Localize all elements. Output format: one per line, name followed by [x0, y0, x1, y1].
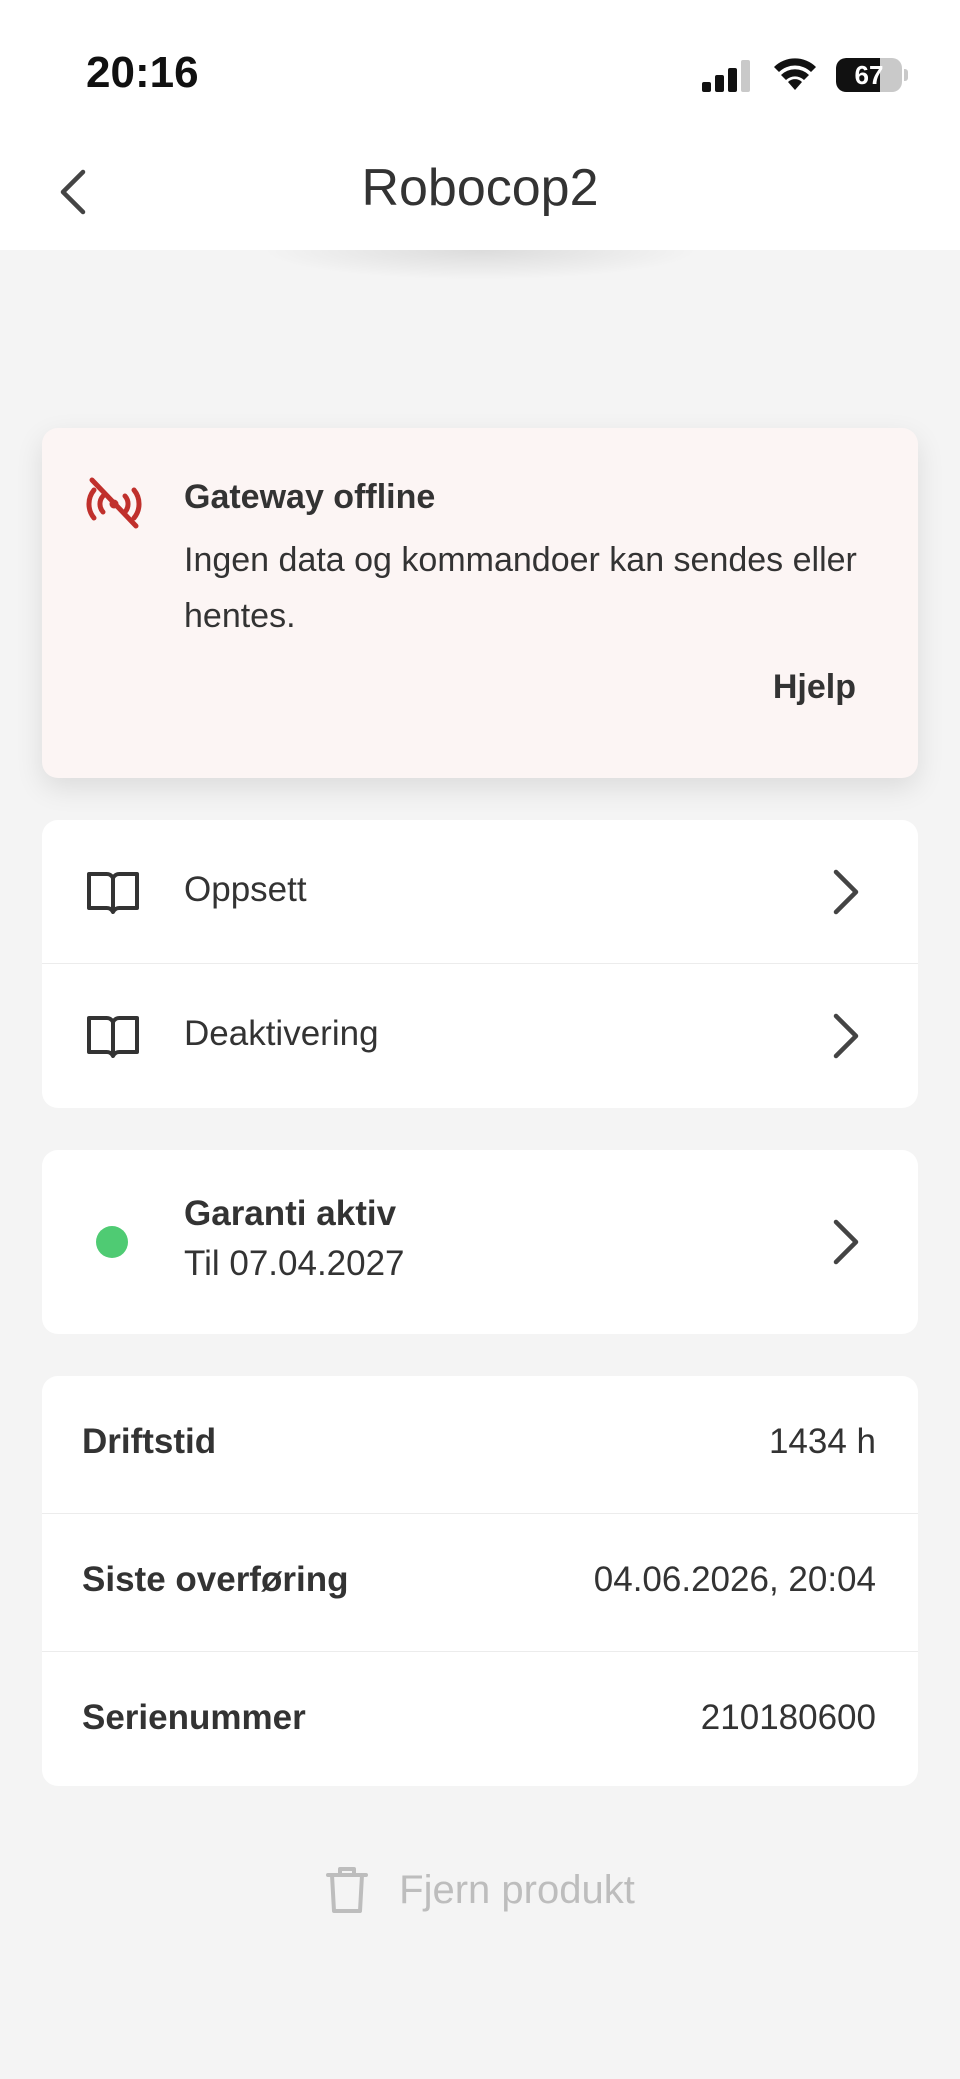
product-info-card: Driftstid 1434 h Siste overføring 04.06.…	[42, 1376, 918, 1786]
doc-item-deaktivering[interactable]: Deaktivering	[42, 964, 918, 1108]
alert-message: Ingen data og kommandoer kan sendes elle…	[184, 541, 857, 635]
wifi-off-icon	[86, 477, 142, 529]
remove-product-button[interactable]: Fjern produkt	[0, 1860, 960, 1920]
info-label: Driftstid	[82, 1422, 217, 1461]
book-icon	[87, 1016, 139, 1058]
remove-product-label: Fjern produkt	[399, 1867, 635, 1912]
chevron-right-icon	[833, 1013, 859, 1059]
battery-icon: 67	[836, 58, 908, 92]
chevron-right-icon	[833, 869, 859, 915]
info-label: Siste overføring	[82, 1560, 349, 1599]
help-button[interactable]: Hjelp	[773, 668, 856, 707]
info-value: 210180600	[700, 1698, 876, 1737]
info-label: Serienummer	[82, 1698, 306, 1737]
battery-level: 67	[854, 60, 884, 90]
book-icon	[87, 872, 139, 914]
info-row-last-transfer: Siste overføring 04.06.2026, 20:04	[42, 1514, 918, 1652]
info-value: 1434 h	[768, 1422, 876, 1461]
header-shadow	[260, 250, 700, 280]
info-value: 04.06.2026, 20:04	[593, 1560, 876, 1599]
chevron-right-icon	[833, 1219, 859, 1265]
documents-card: Oppsett Deaktivering	[42, 820, 918, 1108]
cellular-signal-icon	[702, 60, 750, 92]
alert-title: Gateway offline	[184, 478, 436, 516]
top-bar: 20:16 67 Robocop2	[0, 0, 960, 250]
trash-icon	[326, 1867, 369, 1913]
page-title: Robocop2	[361, 159, 599, 217]
warranty-status-dot	[96, 1226, 128, 1258]
status-time: 20:16	[86, 48, 199, 97]
warranty-title: Garanti aktiv	[184, 1194, 397, 1233]
warranty-expiry: Til 07.04.2027	[184, 1244, 405, 1283]
warranty-card[interactable]: Garanti aktiv Til 07.04.2027	[42, 1150, 918, 1334]
wifi-icon	[774, 58, 816, 90]
info-row-serial-number: Serienummer 210180600	[42, 1652, 918, 1790]
info-row-operating-time: Driftstid 1434 h	[42, 1376, 918, 1514]
gateway-offline-alert: Gateway offline Ingen data og kommandoer…	[42, 428, 918, 778]
doc-item-label: Deaktivering	[184, 1014, 379, 1053]
doc-item-oppsett[interactable]: Oppsett	[42, 820, 918, 964]
doc-item-label: Oppsett	[184, 870, 307, 909]
